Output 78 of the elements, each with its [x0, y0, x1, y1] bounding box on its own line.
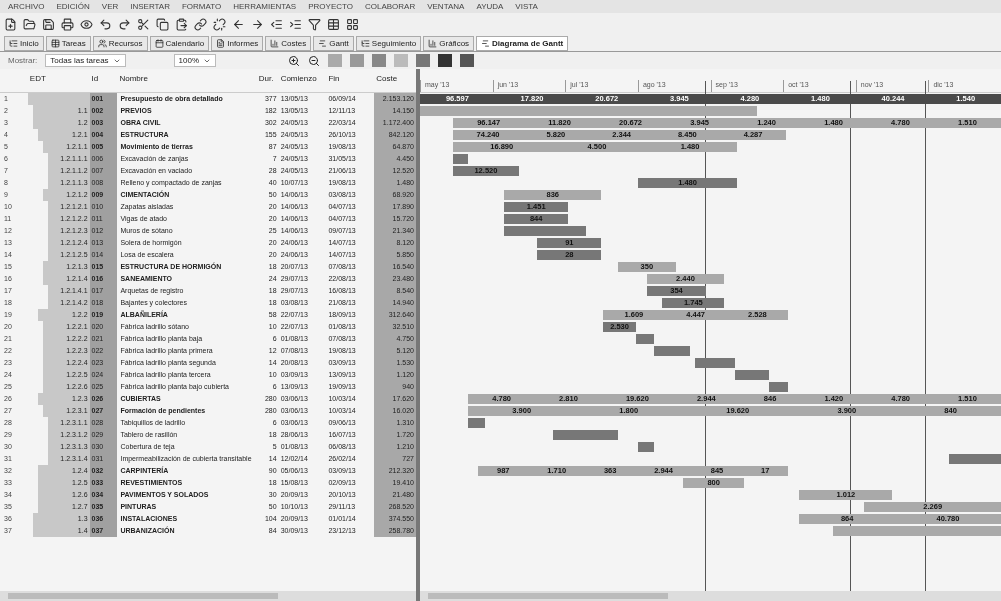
menu-item[interactable]: FORMATO: [181, 0, 222, 13]
tab-icon: [360, 39, 370, 48]
view-tab[interactable]: Costes: [265, 36, 312, 51]
menu-item[interactable]: VER: [101, 0, 119, 13]
menu-item[interactable]: VENTANA: [427, 0, 465, 13]
menu-item[interactable]: VISTA: [515, 0, 538, 13]
toolbar-icon[interactable]: [137, 17, 150, 31]
toolbar-icon[interactable]: [42, 17, 55, 31]
toolbar-icon[interactable]: [61, 17, 74, 31]
color-swatch[interactable]: [372, 54, 387, 67]
column-header[interactable]: Nombre: [117, 73, 257, 85]
toolbar-icon[interactable]: [232, 17, 245, 31]
column-header[interactable]: Comienzo: [278, 73, 327, 85]
task-bar[interactable]: [695, 358, 736, 368]
menu-item[interactable]: COLABORAR: [364, 0, 416, 13]
task-bar[interactable]: [768, 382, 789, 392]
tab-icon: [9, 39, 18, 48]
tab-icon: [50, 39, 60, 48]
view-tab[interactable]: Calendario: [149, 36, 210, 51]
menu-item[interactable]: AYUDA: [476, 0, 504, 13]
column-header[interactable]: EDT: [27, 73, 90, 85]
task-bar[interactable]: [453, 154, 469, 164]
toolbar-icon[interactable]: [156, 17, 169, 31]
filter-dropdown[interactable]: Todas las tareas: [45, 54, 126, 67]
task-bar[interactable]: [468, 418, 486, 428]
column-header[interactable]: Id: [89, 73, 118, 85]
view-tab[interactable]: Tareas: [45, 36, 91, 51]
view-tab[interactable]: Gráficos: [423, 36, 475, 51]
horizontal-scrollbar[interactable]: [420, 591, 1001, 601]
tab-icon: [97, 39, 107, 48]
color-swatch[interactable]: [416, 54, 431, 67]
column-header[interactable]: Fin: [326, 73, 375, 85]
menu-item[interactable]: ARCHIVO: [8, 0, 45, 13]
task-bar[interactable]: [653, 346, 691, 356]
tab-icon: [216, 39, 226, 48]
view-tab[interactable]: Inicio: [4, 36, 44, 51]
toolbar-icon[interactable]: [175, 17, 188, 31]
toolbar-icon[interactable]: [23, 17, 36, 31]
zoom-dropdown[interactable]: 100%: [173, 54, 217, 67]
toolbar-icon[interactable]: [289, 17, 302, 31]
column-header[interactable]: Coste: [374, 73, 416, 85]
toolbar-icon[interactable]: [4, 17, 17, 31]
tab-icon: [428, 39, 438, 48]
view-tab[interactable]: Seguimiento: [355, 36, 422, 51]
view-tab[interactable]: Gantt: [313, 36, 354, 51]
toolbar-icon[interactable]: [346, 17, 359, 31]
toolbar-icon[interactable]: [118, 17, 131, 31]
horizontal-scrollbar[interactable]: [0, 591, 416, 601]
toolbar-icon[interactable]: [327, 17, 340, 31]
view-tab[interactable]: Recursos: [92, 36, 148, 51]
color-swatch[interactable]: [328, 54, 343, 67]
color-swatch[interactable]: [394, 54, 409, 67]
toolbar-icon[interactable]: [251, 17, 264, 31]
toolbar-icon[interactable]: [99, 17, 112, 31]
toolbar-icon[interactable]: [270, 17, 283, 31]
scrollbar-thumb[interactable]: [428, 593, 668, 599]
column-header[interactable]: Dur.: [256, 73, 279, 85]
toolbar-icon[interactable]: [194, 17, 207, 31]
menu-item[interactable]: EDICIÓN: [56, 0, 90, 13]
color-swatch[interactable]: [460, 54, 475, 67]
filter-label: Mostrar:: [8, 54, 38, 67]
view-tab[interactable]: Diagrama de Gantt: [476, 36, 569, 51]
toolbar-icon[interactable]: [213, 17, 226, 31]
menu-item[interactable]: PROYECTO: [308, 0, 353, 13]
scrollbar-thumb[interactable]: [8, 593, 278, 599]
menu-item[interactable]: HERRAMIENTAS: [233, 0, 297, 13]
toolbar-icon[interactable]: [80, 17, 93, 31]
toolbar-icon[interactable]: [308, 17, 321, 31]
view-tab[interactable]: Informes: [211, 36, 264, 51]
zoom-in-icon[interactable]: [288, 54, 301, 67]
tab-icon: [154, 39, 164, 48]
zoom-out-icon[interactable]: [308, 54, 321, 67]
tab-icon: [481, 39, 491, 48]
color-swatch[interactable]: [350, 54, 365, 67]
menu-item[interactable]: INSERTAR: [130, 0, 170, 13]
color-swatch[interactable]: [438, 54, 453, 67]
tab-icon: [318, 39, 328, 48]
tab-icon: [270, 39, 280, 48]
